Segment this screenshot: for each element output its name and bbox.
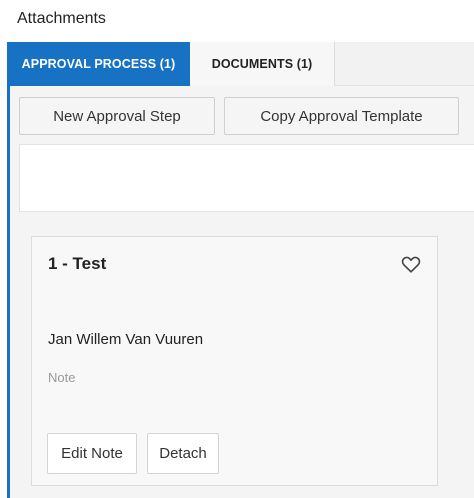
heart-icon[interactable] <box>400 253 422 275</box>
approver-name: Jan Willem Van Vuuren <box>48 331 204 348</box>
approval-step-card: 1 - Test Jan Willem Van Vuuren Note Edit… <box>31 236 438 486</box>
new-approval-step-button[interactable]: New Approval Step <box>19 97 215 135</box>
copy-approval-template-button[interactable]: Copy Approval Template <box>224 97 459 135</box>
tab-documents[interactable]: DOCUMENTS (1) <box>190 42 335 86</box>
approval-step-title: 1 - Test <box>48 254 107 273</box>
edit-note-button[interactable]: Edit Note <box>47 433 137 474</box>
tab-approval-process[interactable]: APPROVAL PROCESS (1) <box>7 42 190 86</box>
page-title: Attachments <box>17 10 106 27</box>
tab-bar: APPROVAL PROCESS (1) DOCUMENTS (1) <box>7 42 474 86</box>
active-tab-rail <box>7 86 10 498</box>
detach-button[interactable]: Detach <box>147 433 219 474</box>
attachments-panel: Attachments APPROVAL PROCESS (1) DOCUMEN… <box>0 0 474 498</box>
note-placeholder: Note <box>48 370 76 385</box>
approval-step-dropzone <box>19 144 474 212</box>
